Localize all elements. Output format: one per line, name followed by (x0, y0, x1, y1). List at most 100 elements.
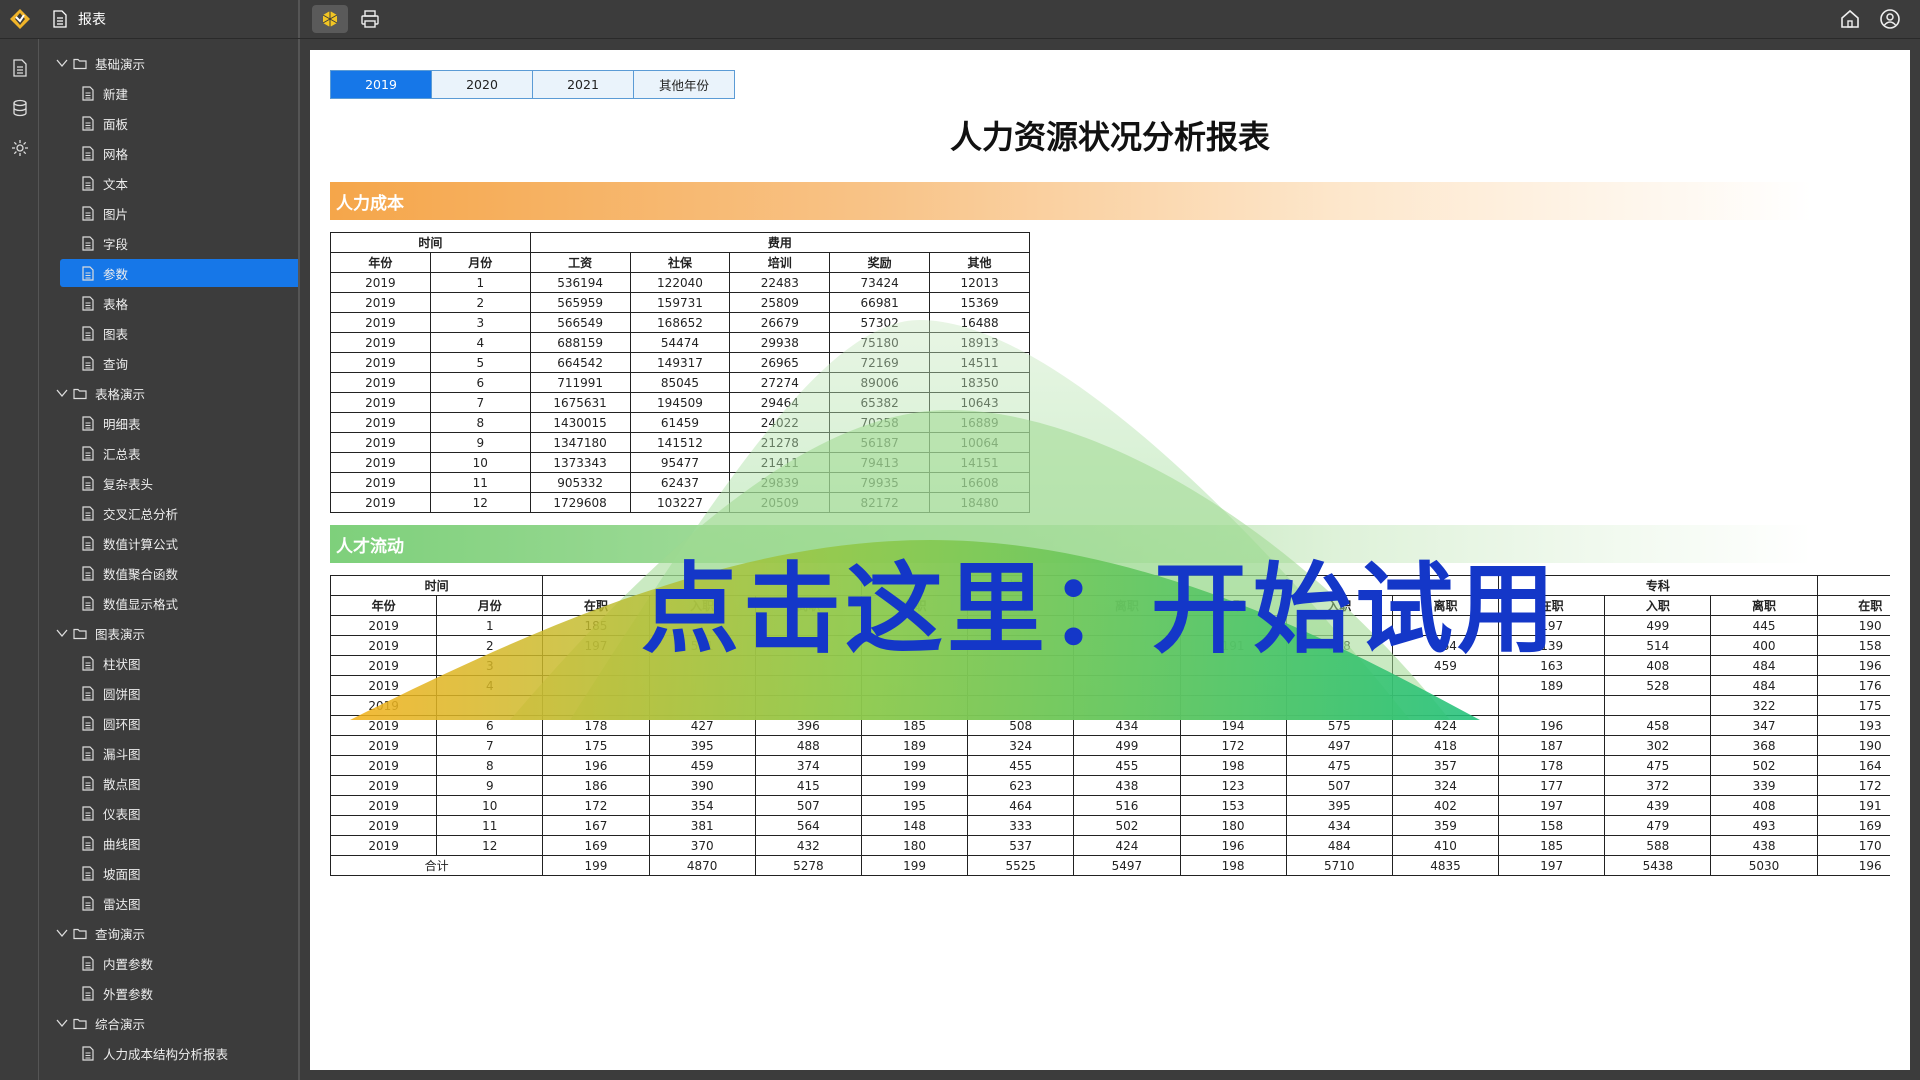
tree-item-label: 内置参数 (103, 956, 154, 972)
file-icon (82, 265, 94, 281)
top-left-panel: 报表 (0, 0, 300, 38)
file-icon (82, 415, 94, 431)
tree-item[interactable]: 数值显示格式 (81, 589, 178, 617)
trial-overlay[interactable]: 点击这里：开始试用 (310, 50, 1910, 1070)
tree-item[interactable]: 面板 (81, 109, 128, 137)
tree-item-label: 漏斗图 (103, 746, 141, 762)
file-icon (82, 355, 94, 371)
file-icon (82, 895, 94, 911)
tree-item[interactable]: 字段 (81, 229, 128, 257)
tree-item[interactable]: 网格 (81, 139, 128, 167)
gear-icon[interactable] (10, 138, 30, 158)
database-icon[interactable] (10, 98, 30, 118)
file-icon (82, 295, 94, 311)
tree-item[interactable]: 新建 (81, 79, 128, 107)
tree-item[interactable]: 交叉汇总分析 (81, 499, 178, 527)
file-icon (82, 655, 94, 671)
tree-item-label: 外置参数 (103, 986, 154, 1002)
tree-folder[interactable]: 综合演示 (55, 1009, 145, 1037)
tree-item-label: 新建 (103, 86, 129, 102)
tree-item[interactable]: 圆环图 (81, 709, 141, 737)
start-trial-cta[interactable]: 点击这里：开始试用 (600, 530, 1600, 672)
tree-folder[interactable]: 表格演示 (55, 379, 145, 407)
app-title: 报表 (78, 12, 106, 28)
tree-item[interactable]: 图片 (81, 199, 128, 227)
file-icon (82, 205, 94, 221)
home-icon[interactable] (1839, 8, 1861, 30)
tree-item[interactable]: 查询 (81, 349, 128, 377)
app-logo-icon[interactable] (8, 7, 32, 31)
tree-item-label: 参数 (103, 266, 129, 282)
tree-item-label: 表格演示 (95, 386, 146, 402)
tree-item[interactable]: 坡面图 (81, 859, 141, 887)
tree-folder[interactable]: 查询演示 (55, 919, 145, 947)
tree-item-label: 综合演示 (95, 1016, 146, 1032)
tree-item-label: 图表 (103, 326, 129, 342)
file-icon (82, 745, 94, 761)
tree-item[interactable]: 明细表 (81, 409, 141, 437)
tree-item[interactable]: 散点图 (81, 769, 141, 797)
file-icon (82, 775, 94, 791)
tree-item-label: 复杂表头 (103, 476, 154, 492)
tree-item-label: 图片 (103, 206, 129, 222)
tree-item[interactable]: 表格 (81, 289, 128, 317)
tree-item-label: 数值显示格式 (103, 596, 179, 612)
tree-item[interactable]: 文本 (81, 169, 128, 197)
tree-item-label: 散点图 (103, 776, 141, 792)
tree-item[interactable]: 复杂表头 (81, 469, 153, 497)
tree-item[interactable]: 仪表图 (81, 799, 141, 827)
tree-item-label: 基础演示 (95, 56, 146, 72)
report-icon[interactable] (10, 58, 30, 78)
tree-item[interactable]: 数值聚合函数 (81, 559, 178, 587)
folder-icon (73, 388, 87, 399)
tree-item-label: 雷达图 (103, 896, 141, 912)
tree-item[interactable]: 数值计算公式 (81, 529, 178, 557)
file-icon (82, 595, 94, 611)
tree-item-label: 表格 (103, 296, 129, 312)
file-icon (82, 865, 94, 881)
file-icon (82, 85, 94, 101)
tree-item-label: 人力成本结构分析报表 (103, 1046, 229, 1062)
report-tree: 基础演示新建面板 网格文本图片字段参数表格图表查询表格演示明细表 汇总表复杂表头交叉… (39, 39, 300, 1080)
tree-item-label: 仪表图 (103, 806, 141, 822)
chevron-down-icon (56, 929, 68, 938)
folder-icon (73, 628, 87, 639)
tree-item[interactable]: 曲线图 (81, 829, 141, 857)
tree-item-label: 数值计算公式 (103, 536, 179, 552)
tree-item[interactable]: 柱状图 (81, 649, 141, 677)
file-icon (82, 175, 94, 191)
tree-item[interactable]: 内置参数 (81, 949, 153, 977)
chevron-down-icon (56, 1019, 68, 1028)
file-icon (82, 685, 94, 701)
tree-item[interactable]: 圆饼图 (81, 679, 141, 707)
tree-item-label: 查询 (103, 356, 129, 372)
print-button[interactable] (352, 5, 388, 33)
folder-icon (73, 58, 87, 69)
tree-item-label: 文本 (103, 176, 129, 192)
tree-item[interactable]: 外置参数 (81, 979, 153, 1007)
tree-item-label: 坡面图 (103, 866, 141, 882)
cube-button[interactable] (312, 5, 348, 33)
tree-item[interactable]: 人力成本结构分析报表 (81, 1039, 228, 1067)
tree-item[interactable]: 漏斗图 (81, 739, 141, 767)
app-title-area: 报表 (52, 0, 106, 38)
file-icon (82, 565, 94, 581)
tree-item-label: 圆环图 (103, 716, 141, 732)
tree-item[interactable]: 参数 (60, 259, 298, 287)
file-icon (82, 325, 94, 341)
folder-icon (73, 928, 87, 939)
tree-item-label: 查询演示 (95, 926, 146, 942)
tree-item-label: 圆饼图 (103, 686, 141, 702)
left-rail (0, 39, 39, 1080)
chevron-down-icon (56, 59, 68, 68)
file-icon (82, 445, 94, 461)
tree-item[interactable]: 雷达图 (81, 889, 141, 917)
tree-item-label: 数值聚合函数 (103, 566, 179, 582)
file-icon (82, 835, 94, 851)
tree-item[interactable]: 汇总表 (81, 439, 141, 467)
tree-item[interactable]: 图表 (81, 319, 128, 347)
file-icon (82, 955, 94, 971)
tree-folder[interactable]: 图表演示 (55, 619, 145, 647)
user-icon[interactable] (1879, 8, 1901, 30)
tree-folder[interactable]: 基础演示 (55, 49, 145, 77)
